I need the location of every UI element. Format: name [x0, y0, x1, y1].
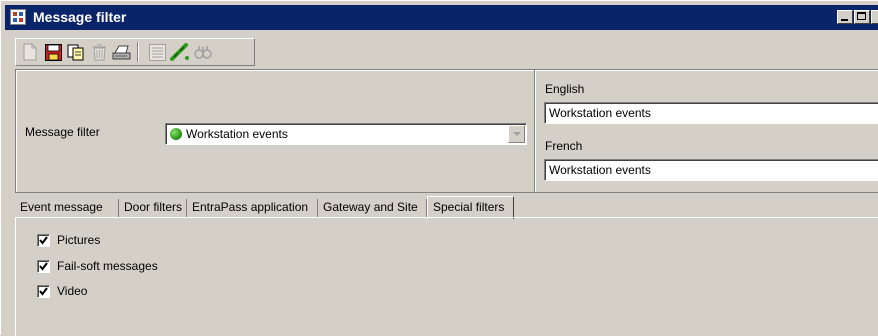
tab-door-filters[interactable]: Door filters	[119, 199, 187, 218]
video-checkbox-row[interactable]: Video	[37, 283, 87, 299]
pictures-checkbox[interactable]	[37, 233, 50, 247]
title-bar[interactable]: Message filter	[5, 5, 878, 30]
app-icon	[10, 9, 26, 25]
tab-entrapass-application[interactable]: EntraPass application	[187, 199, 318, 218]
filter-select-value: Workstation events	[186, 127, 288, 141]
print-icon[interactable]	[112, 42, 132, 62]
list-icon[interactable]	[147, 42, 167, 62]
close-button[interactable]	[871, 10, 878, 24]
filter-panel: Message filter Workstation events	[15, 69, 535, 193]
maximize-button[interactable]	[854, 10, 870, 24]
video-label: Video	[57, 284, 88, 298]
tab-gateway-and-site[interactable]: Gateway and Site	[318, 199, 427, 218]
filter-label: Message filter	[25, 125, 100, 139]
french-label: French	[545, 139, 583, 153]
english-name-field[interactable]: Workstation events	[544, 102, 878, 124]
pictures-checkbox-row[interactable]: Pictures	[37, 232, 100, 248]
copy-icon[interactable]	[66, 42, 86, 62]
filter-select[interactable]: Workstation events	[165, 123, 527, 145]
tab-special-filters[interactable]: Special filters	[427, 196, 514, 219]
link-icon[interactable]	[170, 42, 190, 62]
video-checkbox[interactable]	[37, 284, 50, 298]
language-panel: English Workstation events French Workst…	[534, 69, 878, 193]
new-icon[interactable]	[20, 42, 40, 62]
pictures-label: Pictures	[57, 233, 101, 247]
toolbar-separator	[137, 42, 139, 62]
special-filters-content: Pictures Fail-soft messages Video	[15, 218, 878, 336]
english-label: English	[545, 82, 585, 96]
tab-event-message[interactable]: Event message	[15, 199, 119, 218]
message-filter-window: Message filter Message filter Workstatio…	[0, 0, 878, 336]
status-dot-icon	[170, 128, 182, 140]
find-icon[interactable]	[193, 42, 213, 62]
window-title: Message filter	[33, 9, 127, 25]
chevron-down-icon[interactable]	[508, 125, 525, 143]
minimize-button[interactable]	[837, 10, 853, 24]
toolbar	[15, 38, 255, 66]
fail-soft-checkbox-row[interactable]: Fail-soft messages	[37, 258, 158, 274]
fail-soft-checkbox[interactable]	[37, 259, 50, 273]
fail-soft-label: Fail-soft messages	[57, 259, 158, 273]
french-name-field[interactable]: Workstation events	[544, 159, 878, 181]
delete-icon[interactable]	[89, 42, 109, 62]
save-icon[interactable]	[43, 42, 63, 62]
